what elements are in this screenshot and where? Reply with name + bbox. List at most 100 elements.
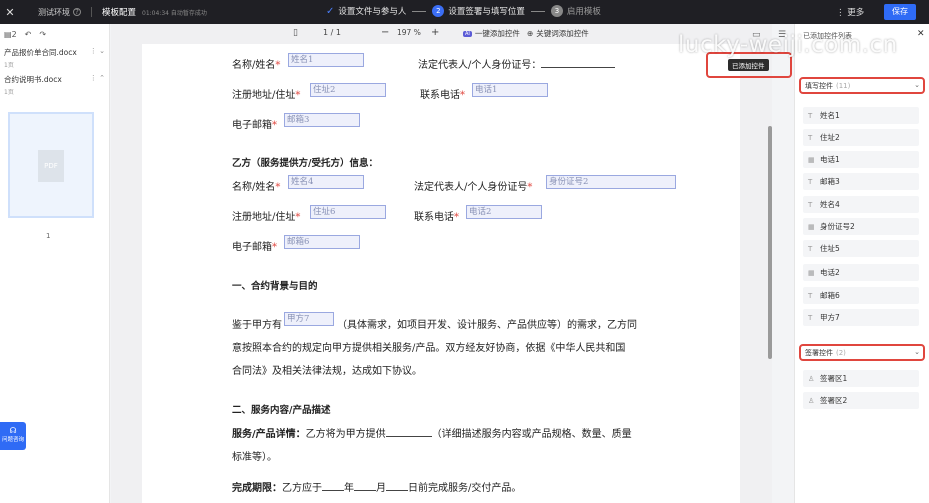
- blank-line: [541, 58, 616, 68]
- step-2[interactable]: 2 设置签署与填写位置: [432, 5, 525, 17]
- one-click-add-label: 一键添加控件: [474, 29, 520, 38]
- controls-panel: 已添加控件列表 ✕ 填写控件 (11) ⌄ T 姓名1 T 住址2 ▦ 电话1 T 邮箱3…: [794, 24, 929, 503]
- para1-field[interactable]: 甲方7: [284, 312, 334, 326]
- section1-heading: 一、合约背景与目的: [232, 281, 318, 292]
- file-name: 合约说明书.docx: [4, 75, 62, 84]
- partyB-legal-field[interactable]: 身份证号2: [546, 175, 676, 189]
- partyB-addr-field[interactable]: 住址6: [310, 205, 386, 219]
- chevron-down-icon[interactable]: ⌄: [99, 47, 105, 55]
- control-item[interactable]: T 姓名4: [803, 196, 919, 213]
- page-thumbnail[interactable]: PDF: [8, 112, 94, 218]
- more-button[interactable]: ⋮ 更多: [836, 6, 864, 18]
- added-controls-tooltip: 已添加控件: [728, 59, 769, 71]
- file-icon[interactable]: ▯: [293, 28, 298, 38]
- control-label: 签署区2: [820, 396, 848, 405]
- partyA-addr-field[interactable]: 住址2: [310, 83, 386, 97]
- control-item[interactable]: T 住址2: [803, 129, 919, 146]
- step-connector: [530, 10, 545, 12]
- required-mark: *: [295, 212, 301, 223]
- label-text: 名称/姓名: [232, 182, 276, 193]
- close-icon[interactable]: ✕: [0, 6, 20, 19]
- help-consult-button[interactable]: ☊ 问题咨询: [0, 422, 26, 450]
- control-item[interactable]: ▦ 电话1: [803, 151, 919, 168]
- thumbnail-page-number: 1: [46, 232, 51, 240]
- partyA-phone-field[interactable]: 电话1: [472, 83, 548, 97]
- sign-controls-group[interactable]: 签署控件 (2) ⌄: [799, 344, 925, 361]
- label-text: 注册地址/住址: [232, 90, 296, 101]
- group-count: (11): [836, 81, 851, 90]
- redo-icon[interactable]: ↷: [39, 30, 46, 39]
- file-item[interactable]: 合约说明书.docx ⋮ ⌃ 1页: [0, 71, 109, 98]
- detail-line2: 标准等）。: [232, 452, 277, 463]
- control-item[interactable]: T 姓名1: [803, 107, 919, 124]
- required-mark: *: [527, 182, 533, 193]
- partyB-name-label: 名称/姓名*: [232, 178, 280, 193]
- required-mark: *: [272, 120, 277, 131]
- partyA-email-field[interactable]: 邮箱3: [284, 113, 360, 127]
- one-click-add-button[interactable]: AI 一键添加控件: [463, 28, 520, 39]
- kebab-icon[interactable]: ⋮: [90, 74, 97, 82]
- control-label: 电话2: [820, 268, 840, 277]
- partyB-phone-field[interactable]: 电话2: [466, 205, 542, 219]
- deadline-text: 乙方应于: [282, 483, 322, 494]
- fill-controls-group[interactable]: 填写控件 (11) ⌄: [799, 77, 925, 94]
- label-text: 电子邮箱: [232, 242, 272, 253]
- sign-control-item[interactable]: ♙ 签署区1: [803, 370, 919, 387]
- undo-icon[interactable]: ↶: [25, 30, 32, 39]
- document-toolbar: ▯ 1 / 1 − 197 % + AI 一键添加控件 ⊕ 关键词添加控件: [111, 24, 772, 44]
- para1-text: 鉴于甲方有: [232, 320, 282, 331]
- control-item[interactable]: ▦ 电话2: [803, 264, 919, 281]
- para1-text: （具体需求，如项目开发、设计服务、产品供应等）的需求，乙方同: [337, 320, 637, 331]
- zoom-level[interactable]: 197 %: [397, 28, 421, 37]
- zoom-in-button[interactable]: +: [431, 27, 439, 38]
- para1-text: 合同法》及相关法律法规，达成如下协议。: [232, 366, 422, 377]
- control-item[interactable]: T 邮箱6: [803, 287, 919, 304]
- step-3-number: 3: [550, 5, 563, 17]
- number-icon: ▦: [808, 155, 815, 164]
- control-item[interactable]: ▦ 身份证号2: [803, 218, 919, 235]
- chevron-down-icon: ⌄: [914, 81, 920, 89]
- page-indicator[interactable]: 1 / 1: [323, 28, 341, 37]
- file-count[interactable]: ▤2: [4, 30, 17, 39]
- blank-line: [386, 481, 408, 491]
- text-icon: T: [808, 200, 813, 209]
- control-item[interactable]: T 邮箱3: [803, 173, 919, 190]
- keyword-add-label: 关键词添加控件: [536, 29, 589, 38]
- sign-control-item[interactable]: ♙ 签署区2: [803, 392, 919, 409]
- file-pages: 1页: [4, 89, 14, 96]
- help-circle-icon[interactable]: ?: [73, 8, 81, 16]
- close-icon[interactable]: ✕: [917, 29, 925, 39]
- blank-line: [354, 481, 376, 491]
- label-text: 注册地址/住址: [232, 212, 296, 223]
- file-panel: ▤2 ↶ ↷ 产品报价单合同.docx ⋮ ⌄ 1页 合约说明书.docx ⋮ …: [0, 24, 110, 503]
- control-label: 邮箱6: [820, 291, 840, 300]
- detail-label: 服务/产品详情：: [232, 429, 306, 440]
- zoom-out-button[interactable]: −: [381, 27, 389, 38]
- partyB-phone-label: 联系电话*: [414, 208, 459, 223]
- keyword-add-button[interactable]: ⊕ 关键词添加控件: [527, 28, 589, 39]
- step-3[interactable]: 3 启用模板: [550, 5, 601, 17]
- step-1-label: 设置文件与参与人: [338, 7, 407, 17]
- partyA-name-field[interactable]: 姓名1: [288, 53, 364, 67]
- user-icon: ♙: [808, 396, 815, 405]
- control-item[interactable]: T 甲方7: [803, 309, 919, 326]
- page-current: 1: [323, 28, 329, 37]
- file-item[interactable]: 产品报价单合同.docx ⋮ ⌄ 1页: [0, 44, 109, 71]
- autosave-status: 01:04:34 自动暂存成功: [142, 9, 207, 17]
- ai-badge: AI: [463, 30, 472, 37]
- chevron-up-icon[interactable]: ⌃: [99, 74, 105, 82]
- file-name: 产品报价单合同.docx: [4, 48, 77, 57]
- detail-text: 乙方将为甲方提供: [305, 429, 386, 440]
- control-label: 电话1: [820, 155, 840, 164]
- step-1[interactable]: ✓ 设置文件与参与人: [326, 5, 407, 18]
- label-text: 法定代表人/个人身份证号：: [418, 60, 542, 71]
- partyB-email-field[interactable]: 邮箱6: [284, 235, 360, 249]
- partyB-name-field[interactable]: 姓名4: [288, 175, 364, 189]
- kebab-icon[interactable]: ⋮: [90, 47, 97, 55]
- control-item[interactable]: T 住址5: [803, 240, 919, 257]
- save-button[interactable]: 保存: [884, 4, 916, 20]
- partyA-phone-label: 联系电话*: [420, 86, 465, 101]
- text-icon: T: [808, 177, 813, 186]
- required-mark: *: [275, 182, 281, 193]
- canvas-scrollbar[interactable]: [768, 126, 772, 359]
